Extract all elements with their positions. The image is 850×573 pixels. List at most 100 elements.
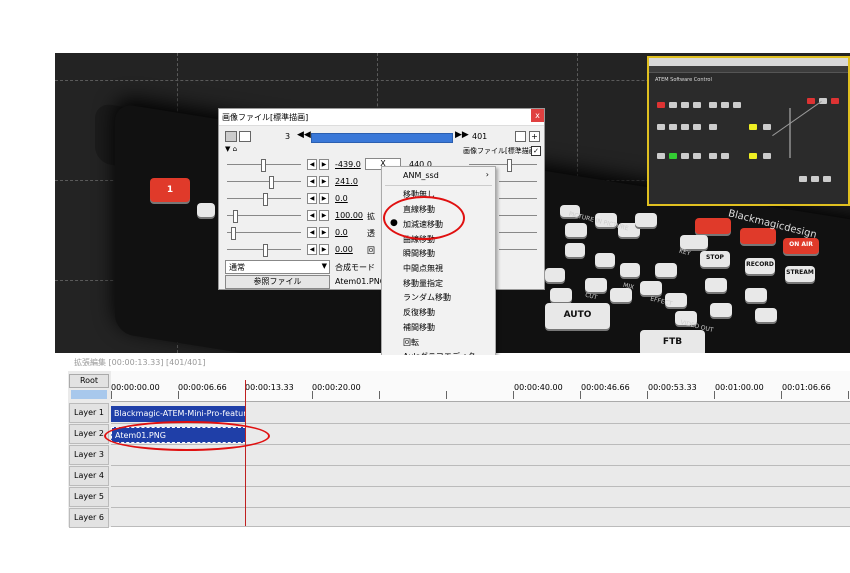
menu-item-ignore-midpoint[interactable]: 中間点無視 bbox=[403, 262, 443, 276]
key-button bbox=[705, 278, 727, 292]
time-label: 00:00:53.33 bbox=[648, 383, 697, 392]
param-value[interactable]: 0.0 bbox=[335, 228, 348, 237]
key-button bbox=[640, 281, 662, 295]
param-label: 拡 bbox=[367, 212, 375, 221]
key-button bbox=[680, 235, 708, 249]
dialog-titlebar: 画像ファイル[標準描画] x bbox=[219, 109, 544, 126]
menu-item-instant-move[interactable]: 瞬間移動 bbox=[403, 247, 435, 261]
add-icon[interactable]: + bbox=[529, 131, 540, 142]
decrease-button[interactable]: ◀ bbox=[307, 159, 317, 170]
key-record-button: RECORD bbox=[745, 258, 775, 274]
object-label: 画像ファイル[標準描画] bbox=[463, 147, 539, 155]
time-label: 00:00:06.66 bbox=[178, 383, 227, 392]
increase-button[interactable]: ▶ bbox=[319, 159, 329, 170]
layer-label[interactable]: Layer 4 bbox=[69, 466, 109, 486]
menu-item-random-move[interactable]: ランダム移動 bbox=[403, 291, 451, 305]
time-label: 00:00:13.33 bbox=[245, 383, 294, 392]
key-button bbox=[565, 223, 587, 237]
decrease-button[interactable]: ◀ bbox=[307, 193, 317, 204]
menu-item-rotate[interactable]: 回転 bbox=[403, 336, 419, 350]
key-button bbox=[197, 203, 215, 217]
rewind-icon[interactable]: ◀◀ bbox=[297, 130, 311, 140]
visible-checkbox[interactable]: ✓ bbox=[531, 146, 541, 156]
key-ftb-button: FTB bbox=[640, 330, 705, 353]
menu-item-anm-ssd[interactable]: ANM_ssd bbox=[403, 169, 439, 183]
frame-slider[interactable] bbox=[311, 133, 453, 143]
key-button bbox=[710, 303, 732, 317]
param-value[interactable]: 241.0 bbox=[335, 177, 358, 186]
menu-item-interp-move[interactable]: 補間移動 bbox=[403, 321, 435, 335]
dialog-title: 画像ファイル[標準描画] bbox=[222, 113, 309, 122]
param-value[interactable]: -439.0 bbox=[335, 160, 361, 169]
decrease-button[interactable]: ◀ bbox=[307, 227, 317, 238]
layer-label[interactable]: Layer 5 bbox=[69, 487, 109, 507]
param-label: 透 bbox=[367, 229, 375, 238]
collapse-icon[interactable]: ▼ ⌂ bbox=[225, 145, 237, 153]
time-label: 00:00:40.00 bbox=[514, 383, 563, 392]
key-button bbox=[545, 268, 565, 282]
frame-start: 3 bbox=[285, 132, 291, 141]
blend-mode-label: 合成モード bbox=[335, 263, 375, 272]
key-button bbox=[620, 263, 640, 277]
root-button[interactable]: Root bbox=[69, 374, 109, 388]
submenu-arrow-icon: › bbox=[485, 170, 489, 179]
time-ruler[interactable]: 00:00:00.00 00:00:06.66 00:00:13.33 00:0… bbox=[111, 371, 850, 402]
decrease-button[interactable]: ◀ bbox=[307, 244, 317, 255]
forward-icon[interactable]: ▶▶ bbox=[455, 130, 469, 140]
increase-button[interactable]: ▶ bbox=[319, 210, 329, 221]
time-label: 00:00:46.66 bbox=[581, 383, 630, 392]
frame-icon[interactable] bbox=[239, 131, 251, 142]
key-button bbox=[585, 278, 607, 292]
layer-label[interactable]: Layer 3 bbox=[69, 445, 109, 465]
param-value[interactable]: 0.00 bbox=[335, 245, 353, 254]
param-value[interactable]: 100.00 bbox=[335, 211, 363, 220]
time-label: 00:00:20.00 bbox=[312, 383, 361, 392]
menu-item-repeat-move[interactable]: 反復移動 bbox=[403, 306, 435, 320]
key-button bbox=[595, 253, 615, 267]
increase-button[interactable]: ▶ bbox=[319, 244, 329, 255]
root-scroll-bar[interactable] bbox=[71, 390, 107, 399]
increase-button[interactable]: ▶ bbox=[319, 193, 329, 204]
frame-end: 401 bbox=[472, 132, 488, 141]
atem-menubar bbox=[649, 66, 848, 73]
menu-item-move-amount[interactable]: 移動量指定 bbox=[403, 277, 443, 291]
time-label: 00:01:06.66 bbox=[782, 383, 831, 392]
key-button bbox=[635, 213, 657, 227]
atem-title: ATEM Software Control bbox=[655, 77, 712, 83]
timeline-title: 拡張編集 [00:00:13.33] [401/401] bbox=[68, 355, 850, 371]
key-button bbox=[550, 288, 572, 302]
key-button bbox=[565, 243, 585, 257]
decrease-button[interactable]: ◀ bbox=[307, 210, 317, 221]
copy-icon[interactable] bbox=[515, 131, 526, 142]
key-button bbox=[745, 288, 767, 302]
key-stop-button: STOP bbox=[700, 251, 730, 267]
atem-titlebar bbox=[649, 58, 848, 66]
image-icon[interactable] bbox=[225, 131, 237, 142]
key-auto-button: AUTO bbox=[545, 303, 610, 329]
key-button bbox=[655, 263, 677, 277]
playhead-cursor[interactable] bbox=[245, 380, 246, 526]
param-label: 回 bbox=[367, 246, 375, 255]
key-button bbox=[755, 308, 777, 322]
highlight-ellipse bbox=[383, 196, 465, 240]
timeline-clip[interactable]: Blackmagic-ATEM-Mini-Pro-featured bbox=[111, 406, 246, 422]
atem-software-inset: ATEM Software Control bbox=[647, 56, 850, 206]
decrease-button[interactable]: ◀ bbox=[307, 176, 317, 187]
param-value[interactable]: 0.0 bbox=[335, 194, 348, 203]
highlight-ellipse bbox=[104, 421, 270, 451]
close-button[interactable]: x bbox=[531, 109, 544, 122]
reference-file-button[interactable]: 参照ファイル bbox=[225, 275, 330, 289]
layer-label[interactable]: Layer 1 bbox=[69, 403, 109, 423]
chevron-down-icon: ▼ bbox=[321, 262, 327, 270]
time-label: 00:01:00.00 bbox=[715, 383, 764, 392]
blend-mode-select[interactable]: 通常 ▼ bbox=[225, 260, 330, 274]
increase-button[interactable]: ▶ bbox=[319, 227, 329, 238]
key-red-button bbox=[695, 218, 731, 234]
layer-label[interactable]: Layer 2 bbox=[69, 424, 109, 444]
key-red-button: 1 bbox=[150, 178, 190, 202]
time-label: 00:00:00.00 bbox=[111, 383, 160, 392]
key-stream-button: STREAM bbox=[785, 266, 815, 282]
increase-button[interactable]: ▶ bbox=[319, 176, 329, 187]
layer-label[interactable]: Layer 6 bbox=[69, 508, 109, 528]
key-red-button bbox=[740, 228, 776, 244]
